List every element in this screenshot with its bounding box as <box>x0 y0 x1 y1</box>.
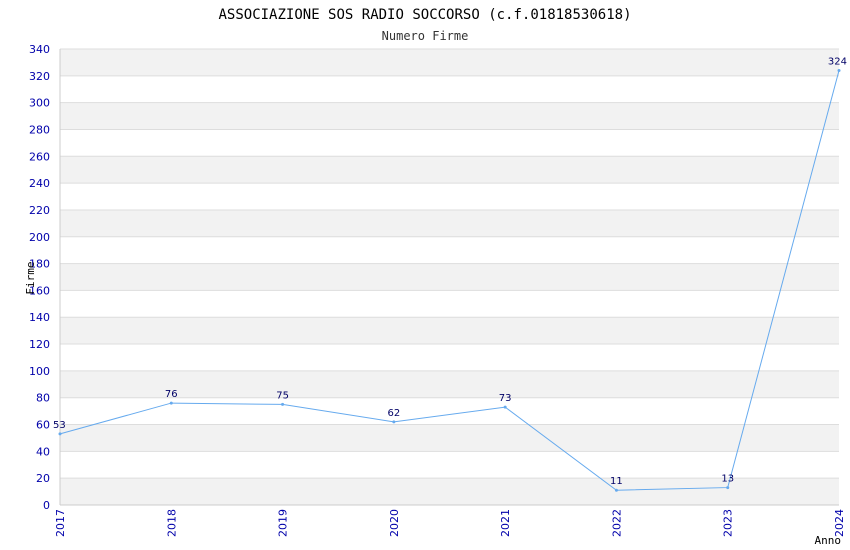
y-tick-label: 60 <box>36 419 50 432</box>
y-tick-label: 240 <box>29 177 50 190</box>
y-tick-label: 200 <box>29 231 50 244</box>
data-label: 76 <box>165 389 178 400</box>
y-tick-label: 120 <box>29 338 50 351</box>
data-label: 13 <box>721 474 734 485</box>
background-band <box>60 209 839 237</box>
y-tick-label: 340 <box>29 43 50 56</box>
y-tick-label: 260 <box>29 150 50 163</box>
x-tick-label: 2020 <box>388 509 401 537</box>
chart-subtitle: Numero Firme <box>382 29 469 43</box>
background-band <box>60 49 839 76</box>
y-tick-label: 320 <box>29 70 50 83</box>
y-tick-label: 100 <box>29 365 50 378</box>
y-tick-label: 0 <box>43 499 50 512</box>
data-label: 324 <box>828 56 847 67</box>
data-point <box>726 486 730 490</box>
x-tick-label: 2024 <box>833 509 846 537</box>
background-band <box>60 102 839 130</box>
x-axis-title: Anno <box>815 534 842 547</box>
data-label: 73 <box>499 393 512 404</box>
data-point <box>614 488 618 492</box>
background-band <box>60 263 839 291</box>
background-band <box>60 317 839 345</box>
x-tick-label: 2021 <box>499 509 512 537</box>
data-point <box>281 402 285 406</box>
line-chart: 0204060801001201401601802002202402602803… <box>24 7 847 547</box>
chart-title: ASSOCIAZIONE SOS RADIO SOCCORSO (c.f.018… <box>218 7 631 23</box>
data-point <box>392 420 396 424</box>
x-tick-label: 2018 <box>165 509 178 537</box>
data-point <box>58 432 62 436</box>
background-band <box>60 424 839 452</box>
data-label: 11 <box>610 476 623 487</box>
y-tick-label: 140 <box>29 311 50 324</box>
background-band <box>60 156 839 184</box>
x-tick-label: 2019 <box>277 509 290 537</box>
x-tick-label: 2017 <box>54 509 67 537</box>
x-tick-label: 2022 <box>610 509 623 537</box>
y-tick-label: 80 <box>36 392 50 405</box>
x-axis-ticks: 2017 2018 2019 2020 2021 2022 2023 2024 <box>54 509 846 537</box>
y-tick-label: 220 <box>29 204 50 217</box>
data-label: 75 <box>276 390 289 401</box>
data-point <box>503 405 507 409</box>
data-label: 53 <box>53 420 66 431</box>
data-point <box>169 401 173 405</box>
y-tick-label: 40 <box>36 445 50 458</box>
y-tick-label: 300 <box>29 97 50 110</box>
y-tick-label: 20 <box>36 472 50 485</box>
x-tick-label: 2023 <box>722 509 735 537</box>
data-point <box>837 68 841 72</box>
y-tick-label: 280 <box>29 123 50 136</box>
data-label: 62 <box>387 408 400 419</box>
y-axis-title: Firme <box>24 261 37 294</box>
background-bands <box>60 49 839 505</box>
